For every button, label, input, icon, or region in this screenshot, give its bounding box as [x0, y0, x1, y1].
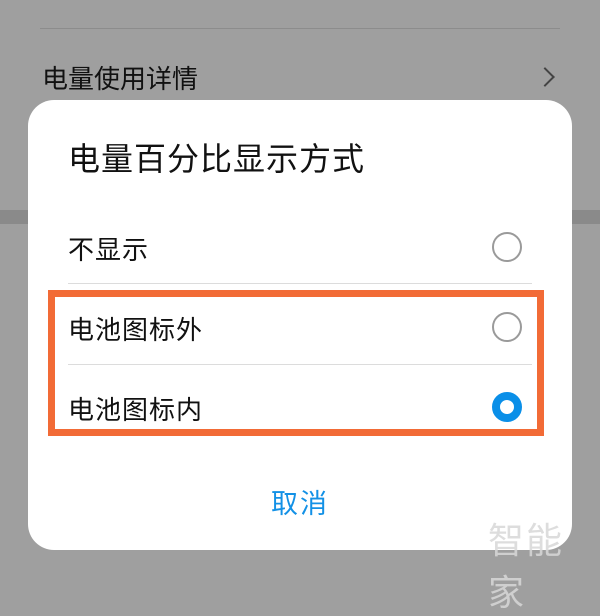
battery-usage-details-row: 电量使用详情	[42, 52, 560, 102]
option-hide[interactable]: 不显示	[28, 206, 572, 286]
dialog-title: 电量百分比显示方式	[68, 140, 366, 178]
option-outside-battery-icon[interactable]: 电池图标外	[28, 286, 572, 366]
watermark-logo: 智能家	[488, 521, 565, 614]
battery-percentage-dialog: 电量百分比显示方式 不显示 电池图标外 电池图标内 取消	[28, 100, 572, 550]
radio-unchecked-icon[interactable]	[492, 232, 522, 262]
background-divider	[40, 28, 560, 29]
chevron-right-icon	[535, 67, 555, 87]
battery-usage-details-label: 电量使用详情	[42, 64, 199, 95]
option-divider	[68, 283, 532, 284]
option-label: 不显示	[68, 236, 150, 266]
radio-checked-icon[interactable]	[492, 392, 522, 422]
option-divider	[68, 364, 532, 365]
radio-unchecked-icon[interactable]	[492, 312, 522, 342]
option-label: 电池图标外	[68, 316, 204, 346]
option-inside-battery-icon[interactable]: 电池图标内	[28, 366, 572, 446]
option-label: 电池图标内	[68, 396, 204, 426]
